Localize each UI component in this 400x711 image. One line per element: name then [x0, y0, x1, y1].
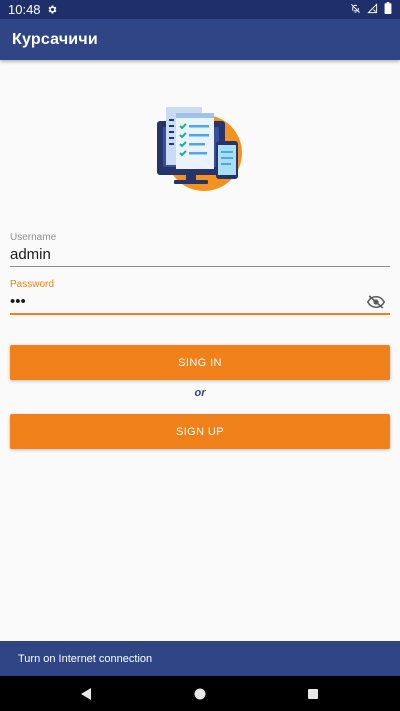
password-input[interactable]	[10, 291, 390, 313]
password-row	[10, 291, 390, 313]
username-label: Username	[10, 232, 57, 243]
back-icon[interactable]	[78, 686, 94, 702]
battery-icon	[384, 2, 392, 17]
signal-icon	[367, 2, 378, 17]
sign-in-button[interactable]: SING IN	[10, 345, 390, 380]
eye-off-icon[interactable]	[366, 293, 386, 311]
home-icon[interactable]	[192, 686, 208, 702]
snackbar: Turn on Internet connection	[0, 641, 400, 676]
recents-icon[interactable]	[305, 686, 321, 702]
status-bar: 10:48	[0, 0, 400, 19]
password-field: Password	[10, 279, 390, 315]
app-title: Курсачичи	[12, 30, 98, 48]
gear-icon	[47, 4, 58, 15]
survey-monitor-illustration	[152, 101, 248, 197]
sign-up-button[interactable]: SIGN UP	[10, 414, 390, 449]
navigation-bar	[0, 676, 400, 711]
username-underline	[10, 266, 390, 267]
username-input[interactable]	[10, 244, 390, 266]
or-separator: or	[194, 387, 206, 399]
snackbar-message: Turn on Internet connection	[18, 652, 153, 665]
password-underline	[10, 313, 390, 315]
username-field: Username	[10, 232, 390, 267]
status-icons	[350, 2, 392, 17]
notifications-off-icon	[350, 2, 361, 17]
login-screen: 10:48 Курсачичи Username admin Password …	[0, 0, 400, 711]
app-bar: Курсачичи	[0, 19, 400, 60]
status-time: 10:48	[8, 2, 41, 17]
password-label: Password	[10, 279, 54, 290]
